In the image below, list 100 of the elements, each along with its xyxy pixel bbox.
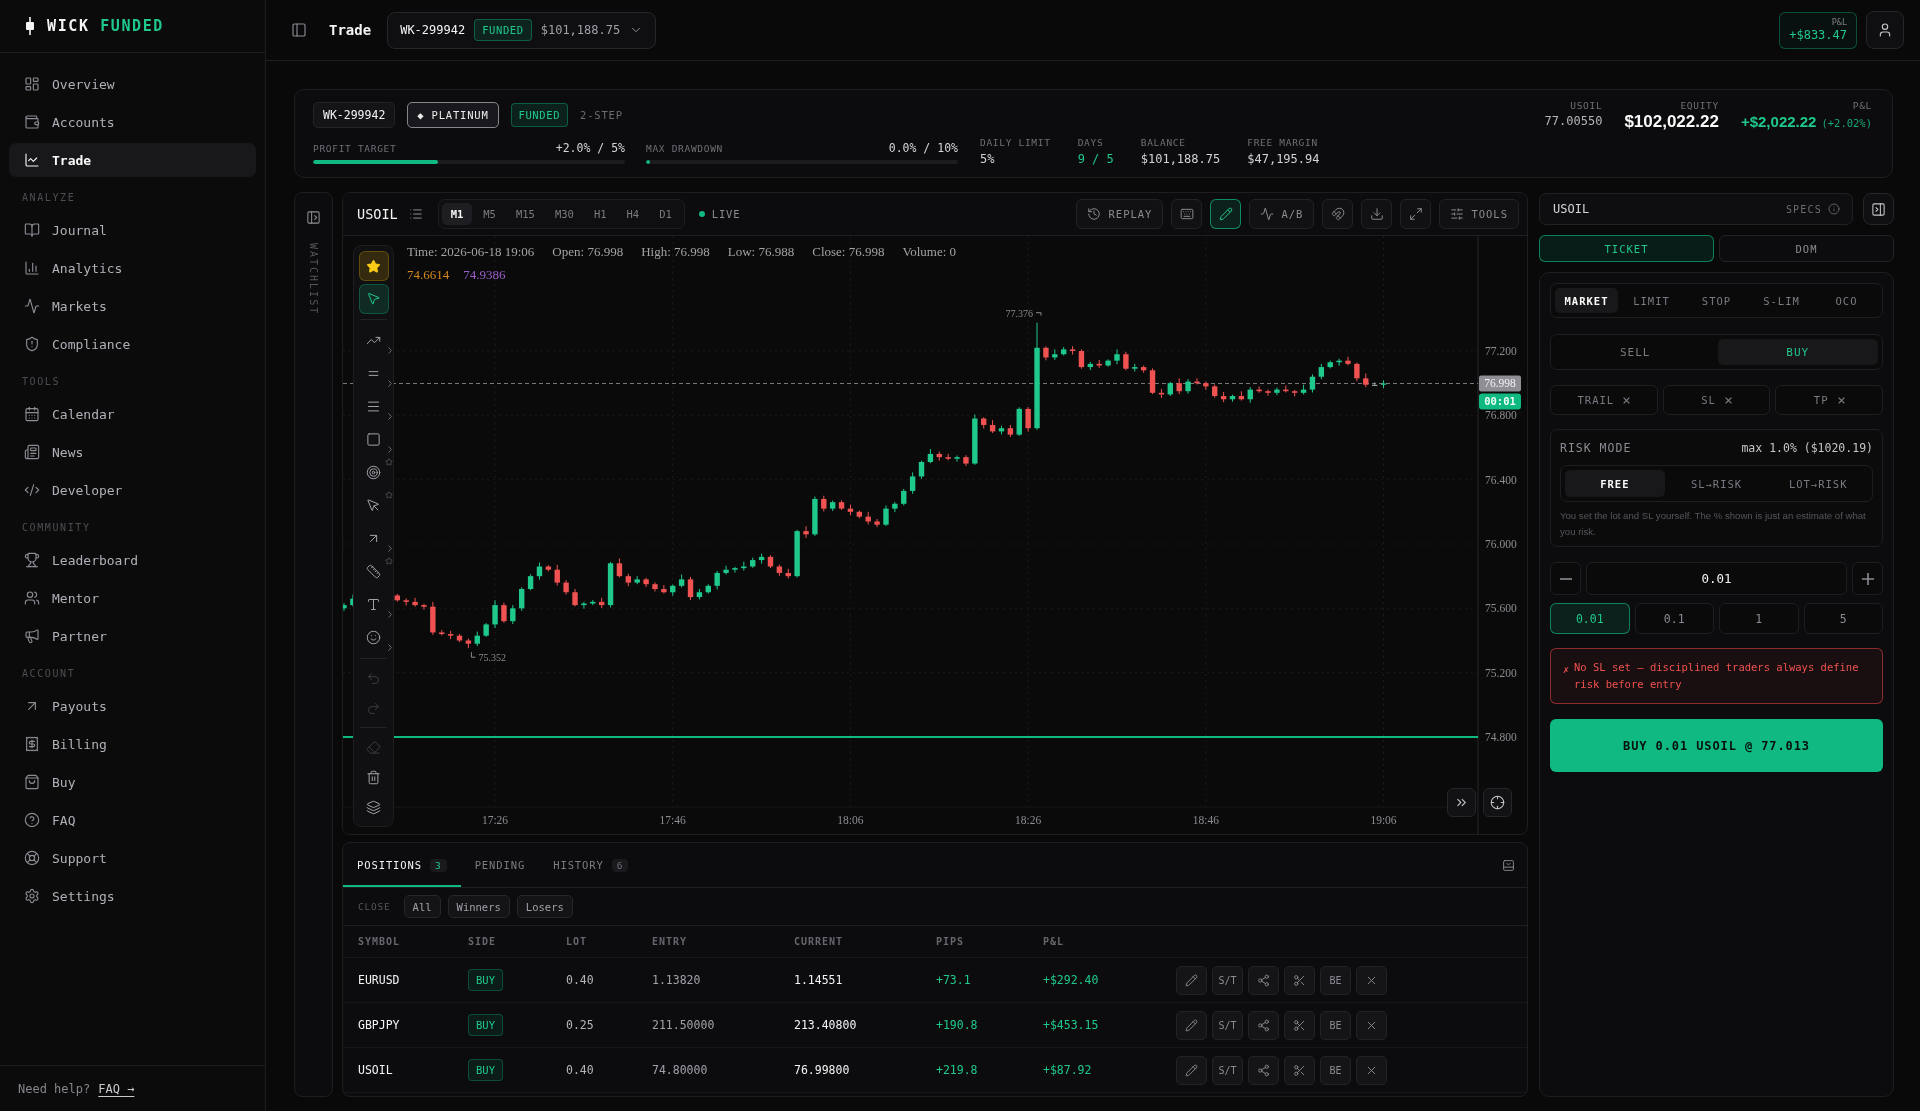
filter-chip[interactable]: Losers [516, 895, 573, 918]
program-label: 2-STEP [580, 109, 623, 121]
timeframe-tab[interactable]: M1 [441, 203, 473, 225]
watchlist-toggle-button[interactable] [306, 210, 321, 225]
breakeven-button[interactable]: BE [1320, 1055, 1351, 1085]
timeframe-tab[interactable]: D1 [650, 203, 681, 225]
timeframe-tab[interactable]: M15 [506, 203, 544, 225]
table-cell-text: 0.40 [566, 973, 595, 987]
lot-preset[interactable]: 0.1 [1634, 603, 1714, 634]
user-button[interactable] [1866, 11, 1904, 49]
tools-button[interactable]: TOOLS [1439, 199, 1519, 229]
sidebar-nav-item[interactable]: Overview [9, 67, 256, 101]
sidebar-nav-item[interactable]: Partner [9, 619, 256, 653]
submit-order-button[interactable]: BUY 0.01 USOIL @ 77.013 [1550, 719, 1883, 772]
sidebar-nav-item[interactable]: Payouts [9, 689, 256, 723]
magnet-button[interactable] [1322, 199, 1354, 229]
decrease-button[interactable] [1550, 562, 1581, 595]
symbol-selector[interactable]: USOIL SPECS [1539, 193, 1853, 225]
draw-button[interactable] [1210, 199, 1242, 229]
stop-target-button[interactable]: S/T [1212, 1055, 1243, 1085]
order-type-tab[interactable]: STOP [1685, 288, 1748, 313]
keyboard-button[interactable] [1171, 199, 1203, 229]
lot-preset[interactable]: 5 [1803, 603, 1883, 634]
table-cell-text: +$453.15 [1043, 1018, 1100, 1032]
specs-button[interactable]: SPECS [1785, 203, 1840, 215]
edit-button[interactable] [1176, 1010, 1207, 1040]
scroll-right-button[interactable] [1447, 788, 1476, 817]
recenter-button[interactable] [1483, 788, 1512, 817]
compare-button[interactable]: A/B [1249, 199, 1315, 229]
sidebar-nav-item[interactable]: FAQ [9, 803, 256, 837]
sidebar-nav-item[interactable]: Journal [9, 213, 256, 247]
sidebar-nav-item[interactable]: Developer [9, 473, 256, 507]
stop-target-button[interactable]: S/T [1212, 965, 1243, 995]
sidebar-nav-item[interactable]: Markets [9, 289, 256, 323]
side-option[interactable]: BUY [1717, 339, 1878, 365]
sidebar-nav-item[interactable]: Billing [9, 727, 256, 761]
split-button[interactable] [1284, 965, 1315, 995]
filter-chip[interactable]: All [403, 895, 441, 918]
sidebar-nav-item[interactable]: Buy [9, 765, 256, 799]
timeframe-tab[interactable]: M30 [545, 203, 583, 225]
line-chart-icon [24, 152, 40, 168]
sidebar-nav-item[interactable]: Analytics [9, 251, 256, 285]
lot-preset[interactable]: 0.01 [1550, 603, 1630, 634]
replay-button[interactable]: REPLAY [1076, 199, 1164, 229]
settings-icon [24, 888, 40, 904]
account-selector[interactable]: WK-299942 FUNDED $101,188.75 [387, 11, 657, 49]
view-tab[interactable]: TICKET [1539, 235, 1714, 262]
view-tab[interactable]: DOM [1719, 235, 1894, 262]
countdown-tag: 00:01 [1479, 393, 1521, 410]
attachment-chip[interactable]: TRAIL [1550, 385, 1658, 415]
filter-chip[interactable]: Winners [447, 895, 510, 918]
sidebar-nav-item[interactable]: Accounts [9, 105, 256, 139]
calendar-icon [24, 406, 40, 422]
order-type-tab[interactable]: S-LIM [1750, 288, 1813, 313]
share-button[interactable] [1248, 1055, 1279, 1085]
order-type-tab[interactable]: MARKET [1555, 288, 1618, 313]
sidebar-nav-item[interactable]: News [9, 435, 256, 469]
sidebar-nav-item[interactable]: Calendar [9, 397, 256, 431]
fullscreen-button[interactable] [1400, 199, 1432, 229]
timeframe-tab[interactable]: M5 [474, 203, 505, 225]
risk-mode-option[interactable]: SL→RISK [1666, 470, 1767, 497]
lot-preset[interactable]: 1 [1719, 603, 1799, 634]
breakeven-button[interactable]: BE [1320, 1010, 1351, 1040]
side-option[interactable]: SELL [1555, 339, 1716, 365]
increase-button[interactable] [1852, 562, 1883, 595]
panel-tab[interactable]: POSITIONS 3 [343, 843, 461, 887]
panel-tab[interactable]: HISTORY 6 [539, 843, 643, 887]
split-button[interactable] [1284, 1055, 1315, 1085]
collapse-button[interactable] [1502, 858, 1515, 872]
sidebar-nav-item[interactable]: Mentor [9, 581, 256, 615]
timeframe-tab[interactable]: H1 [584, 203, 616, 225]
edit-button[interactable] [1176, 1055, 1207, 1085]
symbol-list-button[interactable] [408, 207, 423, 221]
sidebar-toggle-button[interactable] [291, 22, 307, 38]
breakeven-button[interactable]: BE [1320, 965, 1351, 995]
order-type-tab[interactable]: LIMIT [1620, 288, 1683, 313]
edit-button[interactable] [1176, 965, 1207, 995]
collapse-panel-button[interactable] [1863, 193, 1894, 225]
attachment-chip[interactable]: SL [1662, 385, 1771, 415]
panel-tab[interactable]: PENDING [460, 843, 540, 887]
risk-mode-option[interactable]: FREE [1565, 470, 1665, 497]
risk-mode-option[interactable]: LOT→RISK [1768, 470, 1868, 497]
share-button[interactable] [1248, 1010, 1279, 1040]
order-type-tab[interactable]: OCO [1815, 288, 1878, 313]
download-button[interactable] [1361, 199, 1393, 229]
timeframe-tab[interactable]: H4 [617, 203, 649, 225]
split-button[interactable] [1284, 1010, 1315, 1040]
lot-input[interactable]: 0.01 [1586, 562, 1847, 595]
drawing-tool-button[interactable] [358, 283, 389, 314]
sidebar-nav-item[interactable]: Settings [9, 879, 256, 913]
sidebar-nav-item[interactable]: Leaderboard [9, 543, 256, 577]
stop-target-button[interactable]: S/T [1212, 1010, 1243, 1040]
pnl-value: +$2,022.22 [1740, 112, 1817, 131]
sidebar-nav-item[interactable]: Trade [9, 143, 256, 177]
sidebar-nav-item[interactable]: Compliance [9, 327, 256, 361]
favorites-button[interactable] [358, 251, 389, 281]
sidebar-nav-item[interactable]: Support [9, 841, 256, 875]
faq-link[interactable]: FAQ → [98, 1081, 135, 1096]
share-button[interactable] [1248, 965, 1279, 995]
attachment-chip[interactable]: TP [1775, 385, 1883, 415]
